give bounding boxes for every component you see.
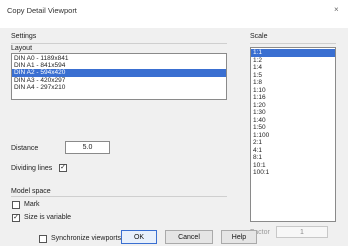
layout-list-item[interactable]: DIN A0 - 1189x841: [12, 55, 226, 62]
scale-list-item[interactable]: 1:50: [251, 124, 335, 132]
mark-label: Mark: [24, 201, 40, 208]
settings-group-label: Settings: [11, 33, 37, 40]
scale-list-item[interactable]: 1:16: [251, 94, 335, 102]
size-variable-checkbox[interactable]: ✓: [12, 214, 20, 222]
dividing-lines-label: Dividing lines: [11, 165, 53, 172]
size-variable-label: Size is variable: [24, 214, 72, 221]
scale-divider: [250, 43, 336, 44]
synchronize-viewports-label: Synchronize viewports: [51, 235, 122, 242]
scale-list-item[interactable]: 1:20: [251, 102, 335, 110]
factor-input[interactable]: 1: [276, 226, 328, 238]
scale-list-item[interactable]: 1:2: [251, 57, 335, 65]
distance-input[interactable]: 5.0: [65, 141, 110, 154]
cancel-button[interactable]: Cancel: [165, 230, 213, 244]
scale-group-label: Scale: [250, 33, 268, 40]
synchronize-viewports-checkbox[interactable]: [39, 235, 47, 243]
scale-list-item[interactable]: 1:10: [251, 87, 335, 95]
scale-list-item[interactable]: 2:1: [251, 139, 335, 147]
scale-list-item[interactable]: 100:1: [251, 169, 335, 177]
scale-list-item[interactable]: 10:1: [251, 162, 335, 170]
scale-list-item[interactable]: 1:30: [251, 109, 335, 117]
model-space-divider: [11, 196, 227, 197]
scale-list-item[interactable]: 1:8: [251, 79, 335, 87]
layout-list-item[interactable]: DIN A2 - 594x420: [12, 69, 226, 77]
distance-label: Distance: [11, 145, 39, 152]
layout-listbox[interactable]: DIN A0 - 1189x841 DIN A1 - 841x594 DIN A2 …: [11, 53, 227, 100]
layout-list-item[interactable]: DIN A4 - 297x210: [12, 84, 226, 91]
scale-list-item[interactable]: 1:4: [251, 64, 335, 72]
model-space-group-label: Model space: [11, 188, 51, 195]
checkmark-icon: ✓: [13, 214, 19, 221]
scale-list-item[interactable]: 1:40: [251, 117, 335, 125]
layout-list-item[interactable]: DIN A3 - 420x297: [12, 77, 226, 84]
close-icon[interactable]: ×: [334, 5, 339, 14]
scale-list-item[interactable]: 8:1: [251, 154, 335, 162]
settings-divider: [11, 43, 227, 44]
scale-listbox[interactable]: 1:1 1:2 1:4 1:5 1:8 1:10 1:16 1:20 1:30 1:40 1:50 1…: [250, 47, 336, 222]
layout-list-item[interactable]: DIN A1 - 841x594: [12, 62, 226, 69]
scale-list-item[interactable]: 1:1: [251, 49, 335, 57]
scale-list-item[interactable]: 1:5: [251, 72, 335, 80]
dividing-lines-checkbox[interactable]: ✓: [59, 164, 67, 172]
checkmark-icon: ✓: [60, 164, 66, 171]
ok-button[interactable]: OK: [121, 230, 157, 244]
window-title: Copy Detail Viewport: [7, 6, 77, 15]
scale-list-item[interactable]: 4:1: [251, 147, 335, 155]
help-button[interactable]: Help: [221, 230, 257, 244]
scale-list-item[interactable]: 1:100: [251, 132, 335, 140]
mark-checkbox[interactable]: [12, 201, 20, 209]
layout-label: Layout: [11, 45, 33, 52]
